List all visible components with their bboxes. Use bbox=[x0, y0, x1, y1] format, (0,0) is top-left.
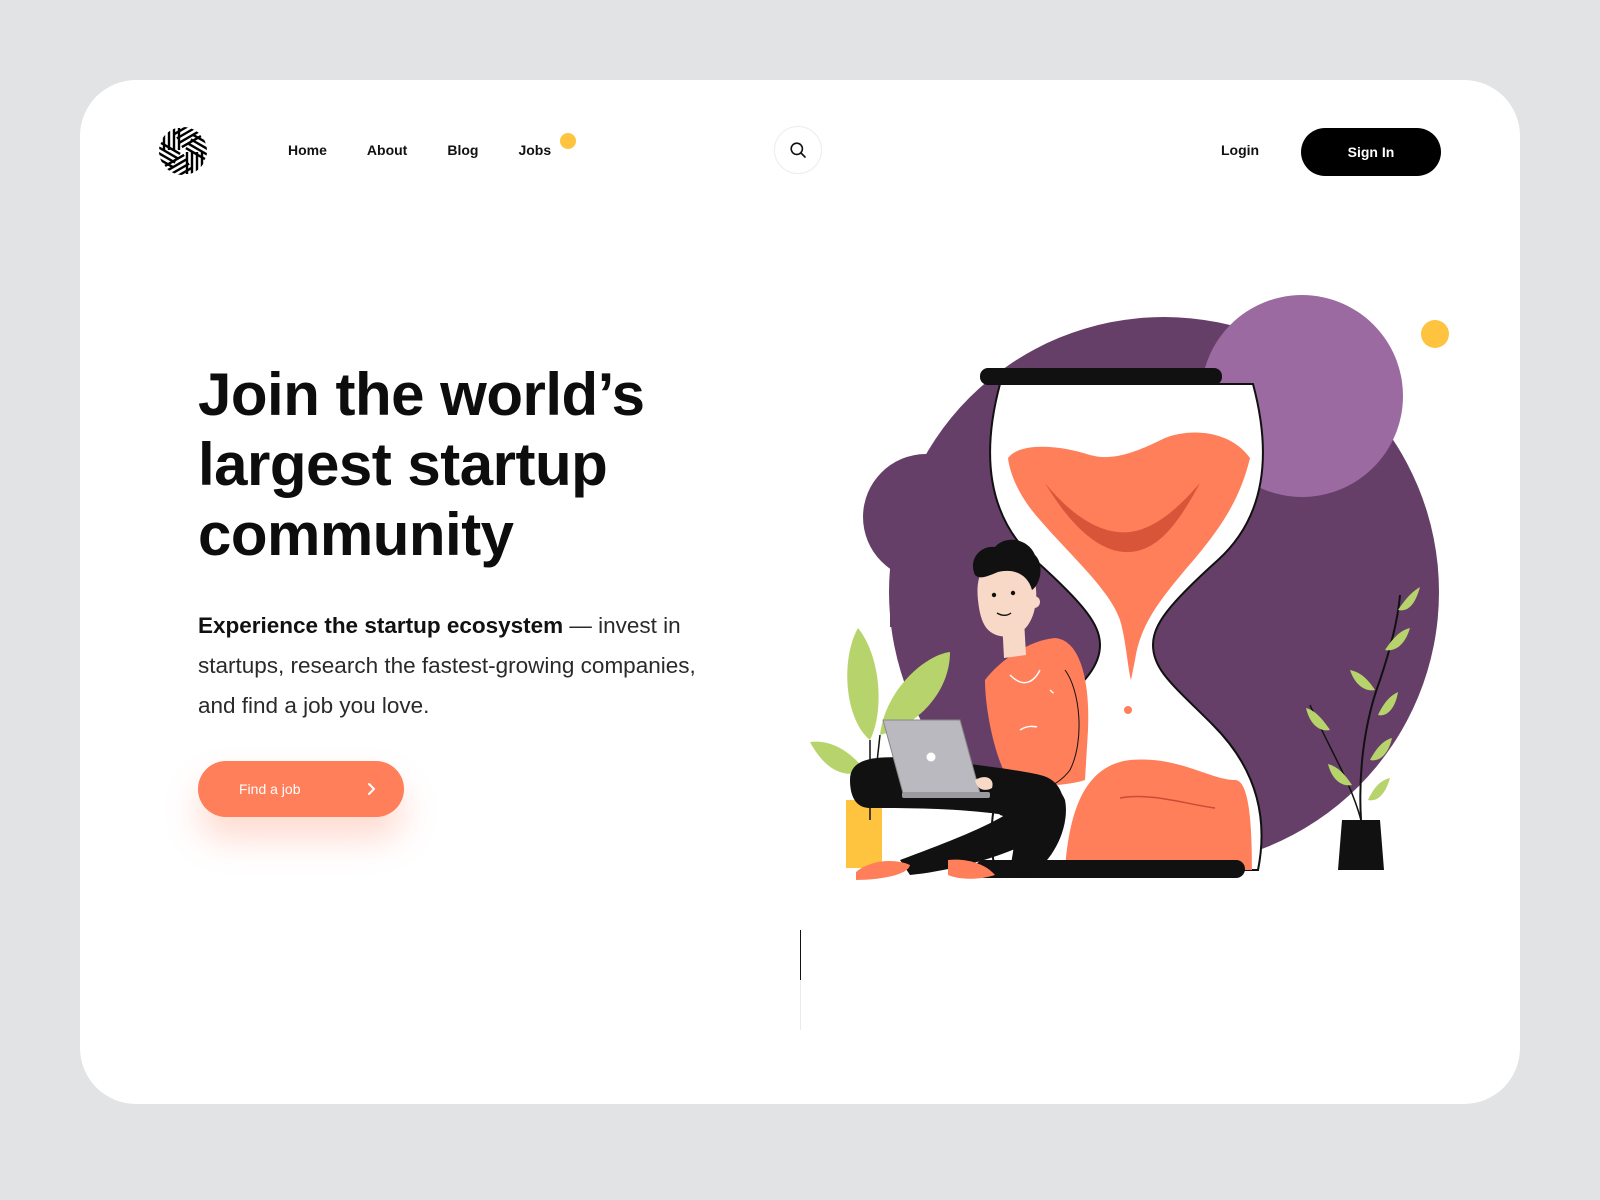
plant-left-icon bbox=[810, 628, 950, 868]
plant-right-icon bbox=[1306, 587, 1420, 870]
hero-title-line-3: community bbox=[198, 501, 514, 568]
scroll-indicator-track bbox=[800, 980, 801, 1030]
hero-title: Join the world’s largest startup communi… bbox=[198, 360, 718, 570]
hero-subtitle-strong: Experience the startup ecosystem bbox=[198, 613, 564, 638]
lilac-circle bbox=[1201, 295, 1403, 497]
nav-jobs-label: Jobs bbox=[518, 142, 552, 158]
jobs-notification-dot bbox=[560, 133, 577, 149]
purple-bridge bbox=[890, 517, 970, 627]
nav-home[interactable]: Home bbox=[288, 142, 327, 158]
scroll-indicator bbox=[800, 930, 801, 980]
person-illustration bbox=[850, 539, 1089, 880]
hourglass-icon bbox=[975, 368, 1264, 878]
nav-about[interactable]: About bbox=[367, 142, 407, 158]
search-icon bbox=[790, 142, 806, 158]
chevron-right-icon bbox=[368, 783, 375, 795]
find-job-button[interactable]: Find a job bbox=[198, 761, 404, 817]
hero-title-line-2: largest startup bbox=[198, 431, 608, 498]
search-button[interactable] bbox=[774, 126, 822, 174]
hero-subtitle: Experience the startup ecosystem — inves… bbox=[198, 606, 718, 726]
main-nav: Home About Blog Jobs bbox=[288, 133, 577, 158]
hero-title-line-1: Join the world’s bbox=[198, 361, 645, 428]
purple-circle-small bbox=[863, 454, 989, 580]
yellow-dot bbox=[1421, 320, 1449, 348]
nav-blog[interactable]: Blog bbox=[447, 142, 478, 158]
page-card: Home About Blog Jobs Login Sign In Join … bbox=[80, 80, 1520, 1104]
login-link[interactable]: Login bbox=[1221, 142, 1259, 158]
purple-circle-large bbox=[889, 317, 1439, 867]
sign-in-button[interactable]: Sign In bbox=[1301, 128, 1441, 176]
logo-icon[interactable] bbox=[158, 126, 208, 176]
find-job-label: Find a job bbox=[239, 781, 301, 797]
nav-jobs[interactable]: Jobs bbox=[518, 133, 577, 158]
